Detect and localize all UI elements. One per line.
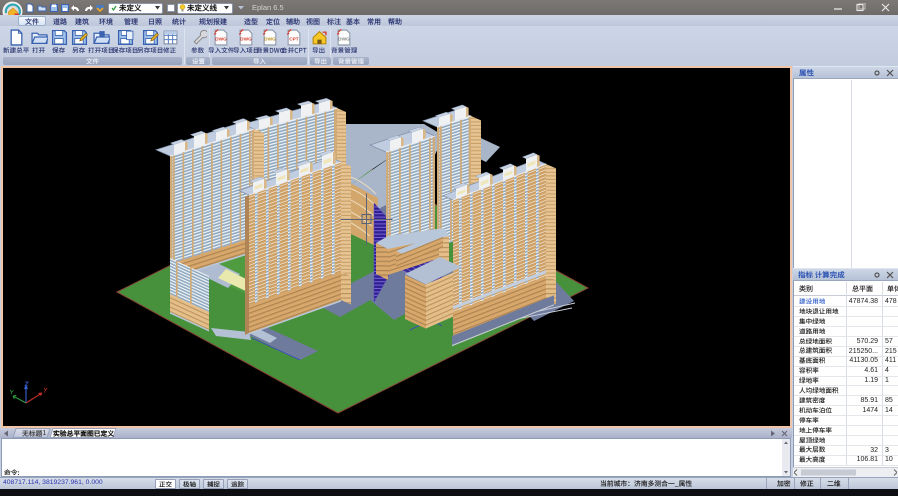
svg-text:DWG: DWG bbox=[338, 37, 350, 43]
svg-text:CPT: CPT bbox=[289, 37, 299, 43]
svg-text:DWG: DWG bbox=[264, 37, 276, 43]
svg-text:DWG: DWG bbox=[240, 37, 252, 43]
svg-text:DWG: DWG bbox=[215, 37, 227, 43]
